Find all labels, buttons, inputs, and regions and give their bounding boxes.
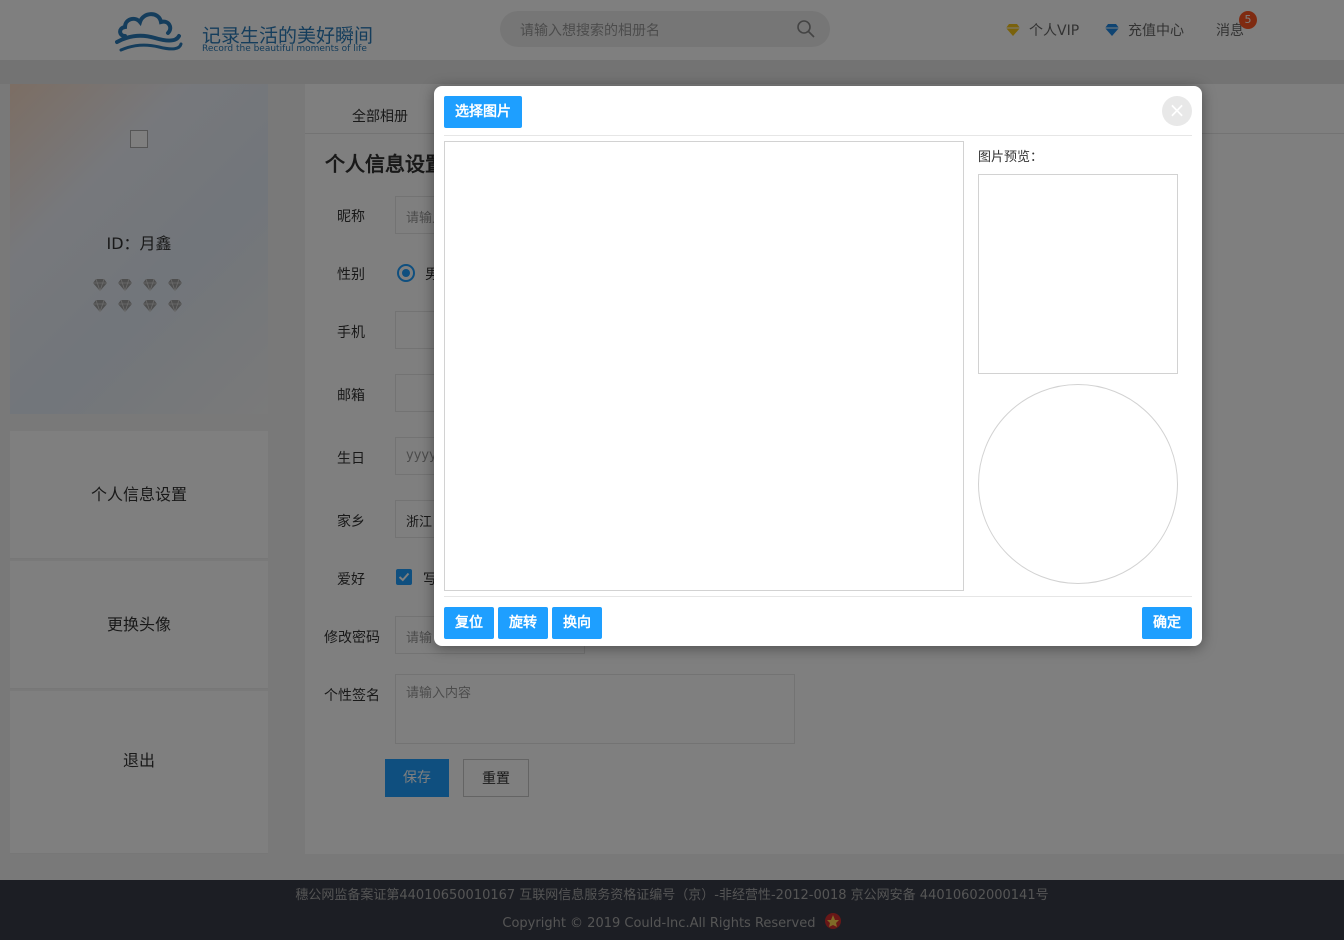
close-icon[interactable]: × xyxy=(1162,96,1192,126)
preview-label: 图片预览： xyxy=(978,150,1044,165)
circle-preview xyxy=(978,384,1178,584)
avatar-crop-dialog: 选择图片 × 图片预览： 复位 旋转 换向 确定 xyxy=(434,86,1202,646)
image-crop-area[interactable] xyxy=(444,141,964,591)
square-preview xyxy=(978,174,1178,374)
flip-button[interactable]: 换向 xyxy=(552,607,602,639)
reset-crop-button[interactable]: 复位 xyxy=(444,607,494,639)
rotate-button[interactable]: 旋转 xyxy=(498,607,548,639)
divider xyxy=(444,135,1192,136)
select-image-button[interactable]: 选择图片 xyxy=(444,96,522,128)
divider xyxy=(444,596,1192,597)
confirm-button[interactable]: 确定 xyxy=(1142,607,1192,639)
